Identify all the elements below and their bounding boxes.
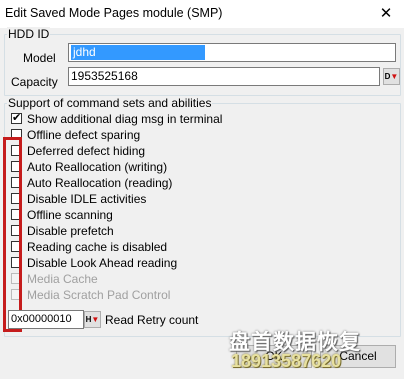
title-bar[interactable]: Edit Saved Mode Pages module (SMP) ✕ — [0, 0, 404, 28]
checkbox-row: Media Cache — [8, 271, 268, 287]
read-retry-hex-button[interactable]: H▼ — [84, 311, 101, 328]
hdd-id-legend: HDD ID — [7, 27, 51, 41]
highlight-frame — [3, 137, 22, 332]
checkmark-icon: ✔ — [12, 112, 22, 124]
read-retry-field[interactable]: 0x00000010 — [8, 310, 84, 329]
checkbox-row[interactable]: Offline scanning — [8, 207, 268, 223]
checkbox-row[interactable]: ✔ Show additional diag msg in terminal — [8, 111, 268, 127]
down-arrow-icon: ▼ — [91, 315, 100, 324]
checkbox-label: Media Scratch Pad Control — [27, 288, 171, 302]
checkbox-label: Media Cache — [27, 272, 98, 286]
capacity-decimal-button[interactable]: D▼ — [383, 68, 400, 85]
model-field[interactable]: jdhd — [68, 43, 396, 62]
capacity-field[interactable]: 1953525168 — [68, 67, 380, 86]
checkbox-row[interactable]: Reading cache is disabled — [8, 239, 268, 255]
checkbox-row[interactable]: Offline defect sparing — [8, 127, 268, 143]
checkbox-row[interactable]: Deferred defect hiding — [8, 143, 268, 159]
checkbox-label: Deferred defect hiding — [27, 144, 146, 158]
checkbox-row: Media Scratch Pad Control — [8, 287, 268, 303]
checkbox-label: Disable IDLE activities — [27, 192, 147, 206]
checkbox-label: Show additional diag msg in terminal — [27, 112, 223, 126]
read-retry-value: 0x00000010 — [11, 313, 72, 325]
checkbox-label: Offline defect sparing — [27, 128, 141, 142]
checkbox-label: Auto Reallocation (writing) — [27, 160, 168, 174]
smp-dialog: Edit Saved Mode Pages module (SMP) ✕ HDD… — [0, 0, 404, 379]
checkbox[interactable]: ✔ — [11, 112, 22, 124]
model-label: Model — [23, 51, 56, 65]
checkbox-row[interactable]: Disable Look Ahead reading — [8, 255, 268, 271]
checkbox-row[interactable]: Disable prefetch — [8, 223, 268, 239]
checkbox-row[interactable]: Disable IDLE activities — [8, 191, 268, 207]
checkbox-label: Reading cache is disabled — [27, 240, 168, 254]
capacity-label: Capacity — [11, 75, 58, 89]
watermark-phone: 18913587620 — [231, 351, 342, 371]
checkbox-row[interactable]: Auto Reallocation (reading) — [8, 175, 268, 191]
checkbox-row[interactable]: Auto Reallocation (writing) — [8, 159, 268, 175]
checkbox-label: Disable prefetch — [27, 224, 114, 238]
capacity-value: 1953525168 — [71, 69, 138, 83]
checkbox-label: Disable Look Ahead reading — [27, 256, 178, 270]
checkbox-label: Auto Reallocation (reading) — [27, 176, 173, 190]
support-legend: Support of command sets and abilities — [7, 96, 213, 110]
close-icon[interactable]: ✕ — [372, 3, 400, 25]
down-arrow-icon: ▼ — [390, 72, 399, 81]
read-retry-label: Read Retry count — [105, 313, 199, 327]
window-title: Edit Saved Mode Pages module (SMP) — [5, 6, 223, 20]
checkbox-label: Offline scanning — [27, 208, 113, 222]
model-value: jdhd — [71, 45, 205, 60]
